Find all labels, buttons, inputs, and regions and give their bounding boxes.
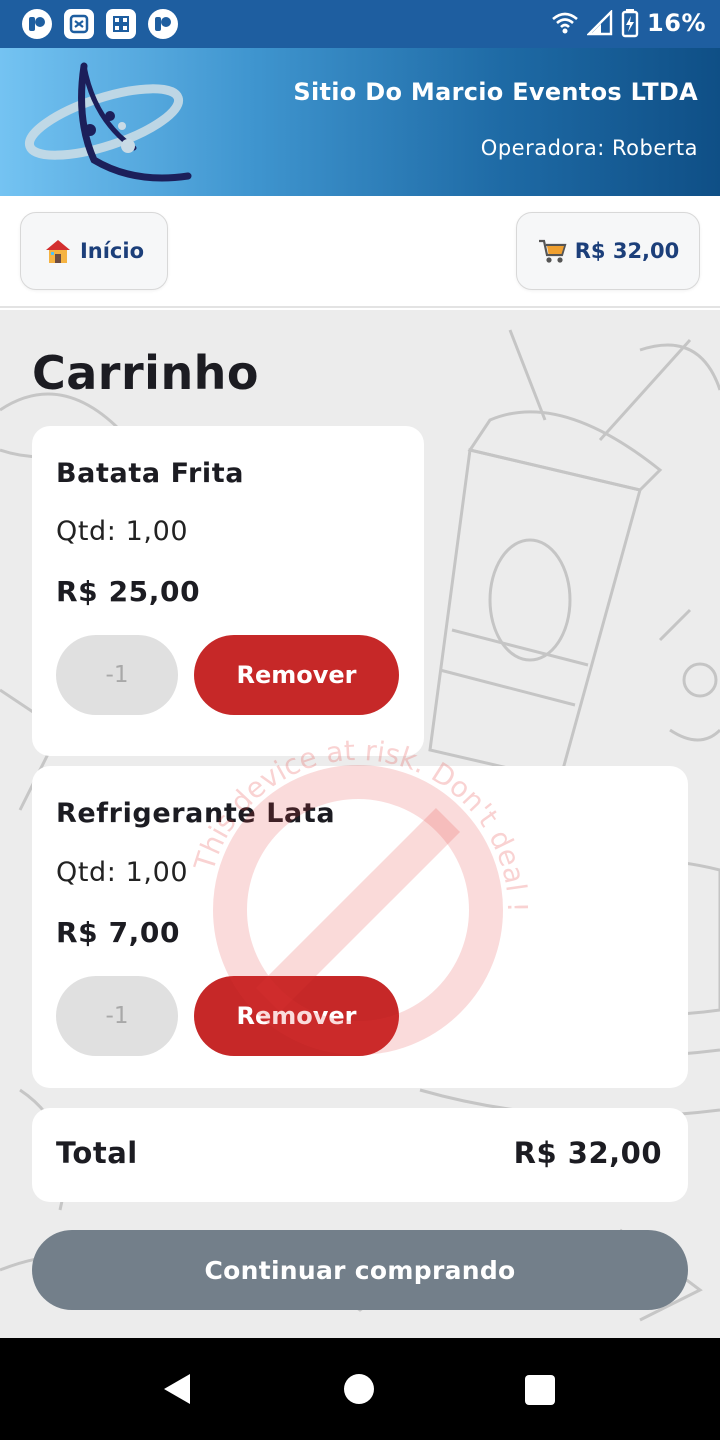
top-nav: Início R$ 32,00 [0, 196, 720, 308]
app-icon [64, 9, 94, 39]
cart-item-card: Batata Frita Qtd: 1,00 R$ 25,00 -1 Remov… [32, 426, 424, 756]
notification-icons [22, 9, 178, 39]
total-card: Total R$ 32,00 [32, 1108, 688, 1202]
app-icon [106, 9, 136, 39]
cart-button[interactable]: R$ 32,00 [516, 212, 700, 290]
total-value: R$ 32,00 [513, 1136, 662, 1170]
battery-percentage: 16% [647, 9, 706, 37]
operator-label: Operadora: Roberta [480, 136, 698, 160]
orbit-logo-icon [24, 60, 194, 188]
shopping-cart-icon [538, 239, 567, 263]
cart-screen: Carrinho Batata Frita Qtd: 1,00 R$ 25,00… [0, 310, 720, 1338]
total-label: Total [56, 1136, 138, 1170]
wifi-icon [552, 12, 578, 34]
cart-total: R$ 32,00 [574, 239, 680, 263]
item-name: Refrigerante Lata [56, 798, 336, 829]
house-icon [45, 240, 70, 263]
home-button[interactable]: Início [20, 212, 168, 290]
home-label: Início [79, 239, 145, 263]
cart-item-card: Refrigerante Lata Qtd: 1,00 R$ 7,00 -1 R… [32, 766, 688, 1088]
decrement-button[interactable]: -1 [56, 635, 178, 715]
item-quantity: Qtd: 1,00 [56, 857, 189, 888]
item-price: R$ 7,00 [56, 916, 181, 949]
app-header: Sitio Do Marcio Eventos LTDA Operadora: … [0, 48, 720, 196]
item-name: Batata Frita [56, 458, 245, 489]
continue-shopping-button[interactable]: Continuar comprando [32, 1230, 688, 1310]
app-icon [148, 9, 178, 39]
back-icon[interactable] [160, 1372, 194, 1406]
remove-button[interactable]: Remover [194, 976, 399, 1056]
page-title: Carrinho [32, 346, 260, 400]
recents-icon[interactable] [525, 1375, 555, 1405]
company-name: Sitio Do Marcio Eventos LTDA [293, 78, 698, 106]
signal-icon [587, 10, 613, 36]
home-nav-icon[interactable] [344, 1374, 374, 1404]
system-indicators: 16% [551, 8, 706, 38]
item-quantity: Qtd: 1,00 [56, 516, 189, 547]
battery-charging-icon [621, 9, 639, 38]
remove-button[interactable]: Remover [194, 635, 399, 715]
decrement-button[interactable]: -1 [56, 976, 178, 1056]
app-icon [22, 9, 52, 39]
item-price: R$ 25,00 [56, 575, 201, 608]
system-nav-bar [0, 1338, 720, 1440]
status-bar: 16% [0, 0, 720, 48]
